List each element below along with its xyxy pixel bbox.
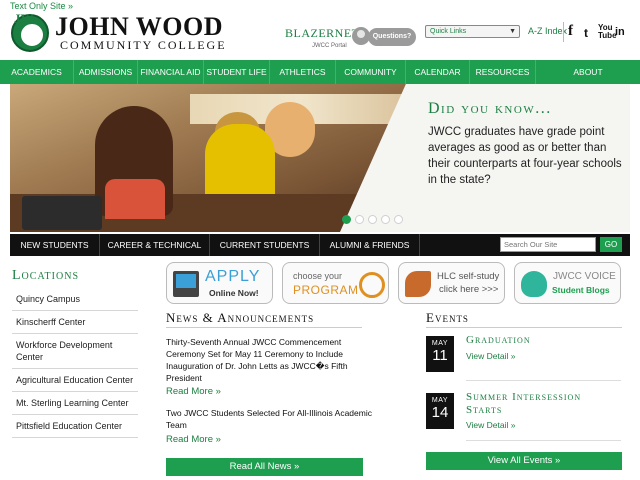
event-day: 14 [431, 404, 449, 421]
portal-label: JWCC Portal [312, 43, 347, 49]
slide-indicators [342, 215, 403, 224]
az-index-link[interactable]: A-Z Index [528, 26, 567, 36]
event-title[interactable]: Graduation [466, 334, 616, 347]
apply-sublabel: Online Now! [209, 288, 259, 298]
college-subtitle: COMMUNITY COLLEGE [60, 38, 227, 52]
logo-mark: JW [14, 11, 34, 26]
event-date: MAY 14 [426, 393, 454, 429]
location-pittsfield[interactable]: Pittsfield Education Center [12, 415, 138, 438]
voice-label: JWCC VOICE [553, 271, 616, 282]
locations-list: Quincy Campus Kinscherff Center Workforc… [12, 288, 138, 438]
nav-calendar[interactable]: CALENDAR [406, 60, 470, 84]
nav-career-technical[interactable]: CAREER & TECHNICAL [100, 234, 210, 256]
leaf-icon [405, 271, 431, 297]
nav-athletics[interactable]: ATHLETICS [270, 60, 336, 84]
nav-new-students[interactable]: NEW STUDENTS [10, 234, 100, 256]
read-more-link[interactable]: Read More » [166, 434, 221, 445]
location-mt-sterling[interactable]: Mt. Sterling Learning Center [12, 392, 138, 415]
nav-community[interactable]: COMMUNITY [336, 60, 406, 84]
read-all-news-button[interactable]: Read All News » [166, 458, 363, 476]
computer-icon [173, 271, 199, 297]
choose-program-button[interactable]: choose your PROGRAM [282, 262, 389, 304]
locations-title: Locations [12, 268, 79, 283]
program-label: choose your [293, 271, 343, 281]
event-month: MAY [431, 340, 449, 347]
chevron-down-icon: ▼ [509, 28, 516, 35]
location-kinscherff-center[interactable]: Kinscherff Center [12, 311, 138, 334]
nav-resources[interactable]: RESOURCES [470, 60, 536, 84]
location-quincy-campus[interactable]: Quincy Campus [12, 288, 138, 311]
event-title[interactable]: Summer Intersession Starts [466, 391, 616, 417]
questions-button[interactable]: Questions? [368, 28, 416, 46]
text-only-link[interactable]: Text Only Site » [10, 1, 73, 11]
news-headline[interactable]: Thirty-Seventh Annual JWCC Commencement … [166, 336, 376, 384]
hero-title: Did you know... [428, 100, 552, 117]
go-button[interactable]: GO [600, 237, 622, 252]
news-title: News & Announcements [166, 310, 315, 325]
nav-alumni-friends[interactable]: ALUMNI & FRIENDS [320, 234, 420, 256]
twitter-icon[interactable]: t [584, 26, 588, 40]
quick-links-select[interactable]: Quick Links ▼ [425, 25, 520, 38]
divider [166, 327, 362, 328]
event-day: 11 [432, 347, 448, 364]
event-month: MAY [431, 397, 449, 404]
college-name[interactable]: JOHN WOOD [55, 14, 223, 40]
program-sublabel: PROGRAM [293, 283, 359, 297]
voice-sublabel: Student Blogs [552, 285, 610, 295]
slide-dot-3[interactable] [368, 215, 377, 224]
quick-links-label: Quick Links [430, 28, 467, 35]
nav-financial-aid[interactable]: FINANCIAL AID [138, 60, 204, 84]
jwcc-voice-button[interactable]: JWCC VOICE Student Blogs [514, 262, 621, 304]
nav-admissions[interactable]: ADMISSIONS [74, 60, 138, 84]
apply-label: APPLY [205, 268, 261, 285]
divider [426, 327, 622, 328]
hlc-self-study-button[interactable]: HLC self-study click here >>> [398, 262, 505, 304]
view-detail-link[interactable]: View Detail » [466, 420, 515, 430]
hero-text: JWCC graduates have grade point averages… [428, 126, 622, 186]
view-detail-link[interactable]: View Detail » [466, 351, 515, 361]
apply-online-button[interactable]: APPLY Online Now! [166, 262, 273, 304]
nav-academics[interactable]: ACADEMICS [0, 60, 74, 84]
nav-current-students[interactable]: CURRENT STUDENTS [210, 234, 320, 256]
linkedin-icon[interactable]: in [615, 26, 625, 38]
nav-about[interactable]: ABOUT [536, 60, 640, 84]
nav-student-life[interactable]: STUDENT LIFE [204, 60, 270, 84]
location-workforce-development[interactable]: Workforce Development Center [12, 334, 138, 369]
slide-dot-4[interactable] [381, 215, 390, 224]
events-title: Events [426, 310, 469, 325]
divider [466, 380, 621, 381]
compass-icon [359, 272, 385, 298]
read-more-link[interactable]: Read More » [166, 386, 221, 397]
cloud-icon [521, 271, 547, 297]
blazernet-link[interactable]: BLAZERNET [285, 26, 360, 41]
hlc-label: HLC self-study [437, 271, 500, 282]
view-all-events-button[interactable]: View All Events » [426, 452, 622, 470]
facebook-icon[interactable]: f [568, 23, 573, 40]
slide-dot-1[interactable] [342, 215, 351, 224]
divider [466, 440, 621, 441]
laptop-image [22, 196, 102, 230]
youtube-icon[interactable]: You Tube [598, 24, 617, 40]
divider [563, 22, 564, 42]
location-agricultural-education[interactable]: Agricultural Education Center [12, 369, 138, 392]
search-input[interactable] [500, 237, 596, 252]
slide-dot-5[interactable] [394, 215, 403, 224]
news-headline[interactable]: Two JWCC Students Selected For All-Illin… [166, 407, 376, 431]
slide-dot-2[interactable] [355, 215, 364, 224]
hlc-sublabel: click here >>> [439, 284, 499, 295]
event-date: MAY 11 [426, 336, 454, 372]
main-nav: ACADEMICS ADMISSIONS FINANCIAL AID STUDE… [0, 60, 640, 84]
